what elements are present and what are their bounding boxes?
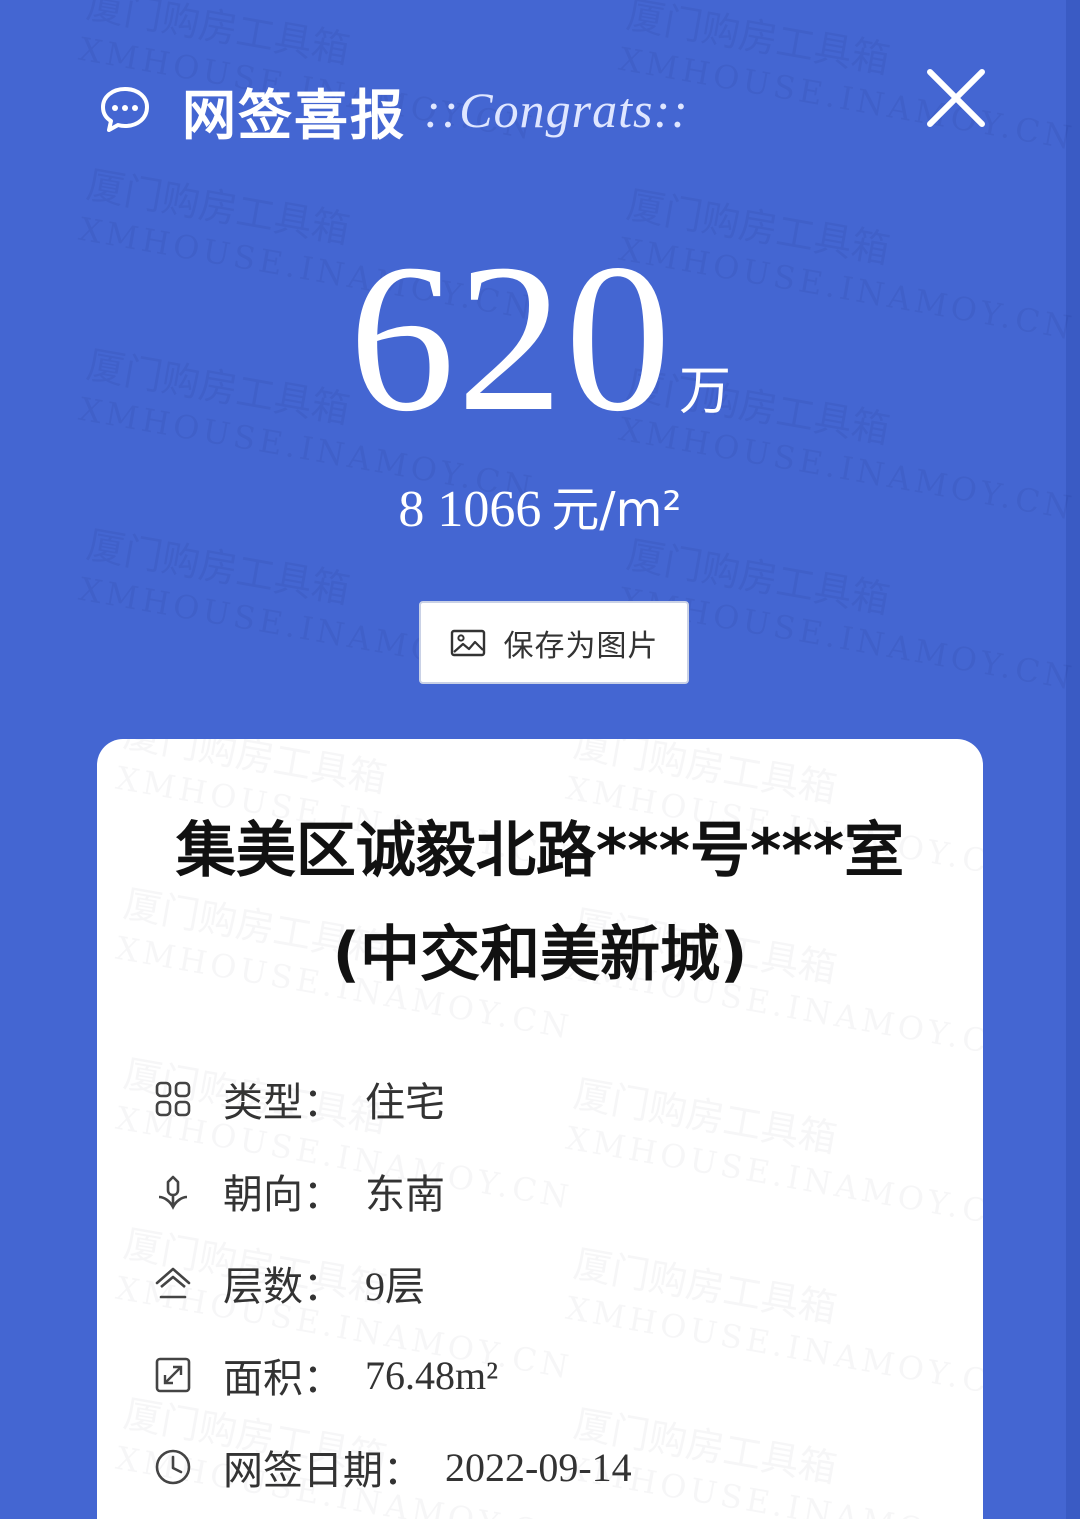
info-value-sign-date: 2022-09-14: [445, 1444, 632, 1490]
info-row-sign-date: 网签日期： 2022-09-14: [153, 1421, 632, 1513]
info-label-type: 类型：: [223, 1080, 343, 1126]
unit-price-value: 8 1066: [398, 481, 542, 538]
info-label-sign-date: 网签日期：: [223, 1448, 423, 1494]
right-edge-strip: [1066, 0, 1080, 1519]
save-image-button[interactable]: 保存为图片: [419, 601, 689, 684]
total-price-unit: 万: [678, 362, 731, 422]
info-value-floors: 9层: [365, 1264, 425, 1309]
property-card: 厦门购房工具箱XMHOUSE.INAMOY.CN 厦门购房工具箱XMHOUSE.…: [97, 739, 983, 1519]
save-image-label: 保存为图片: [503, 628, 659, 664]
info-row-type: 类型： 住宅: [153, 1053, 632, 1145]
info-row-area: 面积： 76.48m²: [153, 1329, 632, 1421]
flower-icon: [158, 1175, 188, 1210]
grid-icon: [155, 1081, 191, 1117]
house-icon: [155, 1267, 191, 1299]
property-address: 集美区诚毅北路***号***室(中交和美新城): [175, 816, 905, 990]
info-label-floors: 层数：: [223, 1264, 343, 1310]
info-value-type: 住宅: [365, 1080, 445, 1126]
total-price-value: 620: [348, 220, 673, 455]
chat-bubble-icon: [101, 87, 149, 132]
expand-icon: [155, 1357, 191, 1393]
unit-price: 8 1066 元/m²: [0, 470, 1080, 540]
header-subtitle: ::Congrats::: [424, 82, 689, 138]
close-icon: [927, 69, 985, 127]
info-label-area: 面积：: [223, 1356, 343, 1402]
property-info-list: 类型： 住宅 朝向： 东南 层数： 9层 面积： 76.48m² 网签日期： 2…: [153, 1053, 632, 1513]
unit-price-unit: 元/m²: [551, 482, 682, 538]
close-button[interactable]: [922, 64, 990, 132]
total-price: 620 万: [0, 232, 1080, 444]
image-icon: [450, 629, 485, 656]
info-row-floors: 层数： 9层: [153, 1237, 632, 1329]
info-row-orientation: 朝向： 东南: [153, 1145, 632, 1237]
header-title: 网签喜报: [182, 83, 406, 147]
header: 网签喜报 ::Congrats::: [98, 70, 689, 150]
info-label-orientation: 朝向：: [223, 1172, 343, 1218]
clock-icon: [155, 1449, 191, 1485]
info-value-orientation: 东南: [365, 1172, 445, 1218]
info-value-area: 76.48m²: [365, 1352, 499, 1398]
